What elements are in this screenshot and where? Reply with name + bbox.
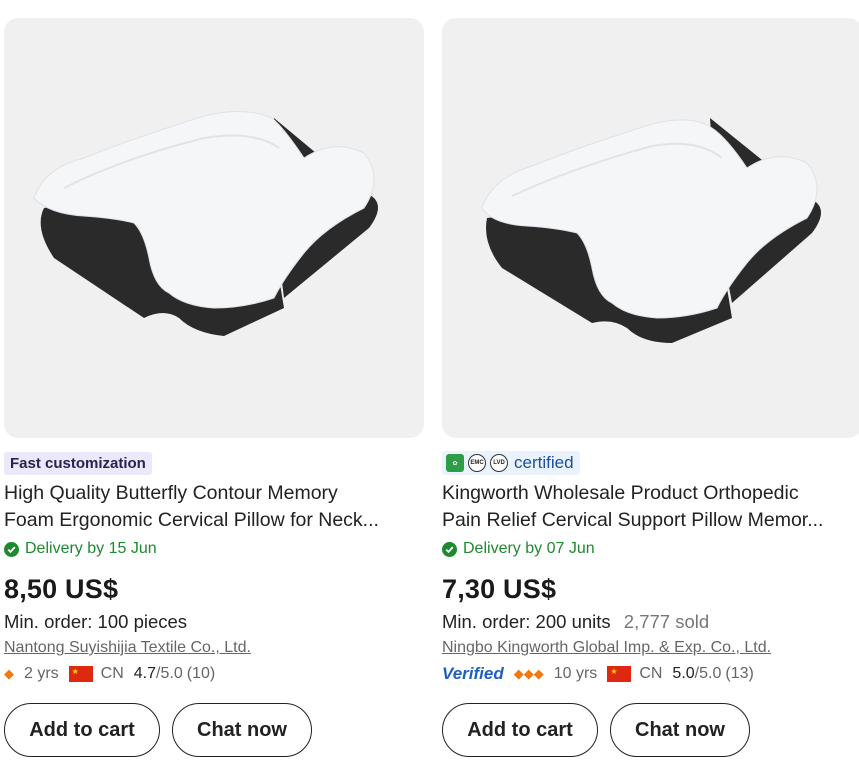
- china-flag-icon: [607, 666, 632, 682]
- card-actions: Add to cart Chat now: [442, 703, 859, 757]
- lvd-cert-icon: LVD: [490, 454, 508, 472]
- review-count: (13): [725, 665, 754, 682]
- chat-now-button[interactable]: Chat now: [172, 703, 312, 757]
- delivery-text: Delivery by 07 Jun: [463, 540, 595, 557]
- diamond-icon: ◆◆◆: [513, 666, 544, 681]
- product-grid: Fast customization High Quality Butterfl…: [0, 0, 859, 765]
- certified-label: certified: [514, 453, 574, 472]
- delivery-info: Delivery by 07 Jun: [442, 538, 859, 560]
- add-to-cart-button[interactable]: Add to cart: [4, 703, 160, 757]
- product-title-line[interactable]: Foam Ergonomic Cervical Pillow for Neck.…: [4, 507, 424, 534]
- country-code: CN: [100, 665, 124, 682]
- product-image[interactable]: [442, 18, 859, 438]
- supplier-link[interactable]: Ningbo Kingworth Global Imp. & Exp. Co.,…: [442, 639, 859, 657]
- country-code: CN: [639, 665, 663, 682]
- product-title-line[interactable]: Pain Relief Cervical Support Pillow Memo…: [442, 507, 859, 534]
- supplier-years: 10 yrs: [553, 665, 598, 682]
- card-actions: Add to cart Chat now: [4, 703, 424, 757]
- check-shield-icon: [442, 541, 457, 557]
- delivery-info: Delivery by 15 Jun: [4, 538, 424, 560]
- product-card[interactable]: Fast customization High Quality Butterfl…: [4, 18, 424, 757]
- leaf-cert-icon: ✿: [446, 454, 464, 472]
- add-to-cart-button[interactable]: Add to cart: [442, 703, 598, 757]
- review-count: (10): [186, 665, 216, 682]
- min-order: Min. order: 100 pieces: [4, 611, 424, 633]
- product-title[interactable]: High Quality Butterfly Contour Memory Fo…: [4, 480, 424, 534]
- rating-value: 4.7: [133, 665, 157, 682]
- verified-badge[interactable]: Verified: [442, 664, 504, 684]
- badge-row: ✿ EMC LVD certified: [442, 450, 859, 476]
- chat-now-button[interactable]: Chat now: [610, 703, 750, 757]
- min-order-text: Min. order: 200 units: [442, 611, 611, 632]
- sold-count: 2,777 sold: [623, 611, 710, 632]
- product-title-line[interactable]: High Quality Butterfly Contour Memory: [4, 480, 424, 507]
- product-title-line[interactable]: Kingworth Wholesale Product Orthopedic: [442, 480, 859, 507]
- min-order-text: Min. order: 100 pieces: [4, 611, 188, 632]
- product-card[interactable]: ✿ EMC LVD certified Kingworth Wholesale …: [442, 18, 859, 757]
- delivery-text: Delivery by 15 Jun: [25, 540, 157, 557]
- badge-row: Fast customization: [4, 450, 424, 476]
- supplier-link[interactable]: Nantong Suyishijia Textile Co., Ltd.: [4, 639, 424, 657]
- fast-customization-badge: Fast customization: [4, 451, 152, 475]
- supplier-meta: Verified ◆◆◆ 10 yrs CN 5.0 /5.0 (13): [442, 663, 859, 685]
- product-price: 7,30 US$: [442, 574, 557, 604]
- min-order: Min. order: 200 units 2,777 sold: [442, 611, 859, 633]
- rating-value: 5.0: [672, 665, 695, 682]
- rating-max: /5.0: [694, 665, 722, 682]
- product-price: 8,50 US$: [4, 574, 119, 604]
- china-flag-icon: [68, 666, 93, 682]
- rating-max: /5.0: [156, 665, 183, 682]
- supplier-years: 2 yrs: [24, 665, 59, 682]
- check-shield-icon: [4, 541, 19, 557]
- product-title[interactable]: Kingworth Wholesale Product Orthopedic P…: [442, 480, 859, 534]
- emc-cert-icon: EMC: [468, 454, 486, 472]
- diamond-icon: ◆: [4, 666, 14, 681]
- product-image[interactable]: [4, 18, 424, 438]
- certified-badge[interactable]: ✿ EMC LVD certified: [442, 451, 580, 475]
- supplier-meta: ◆ 2 yrs CN 4.7 /5.0 (10): [4, 663, 424, 685]
